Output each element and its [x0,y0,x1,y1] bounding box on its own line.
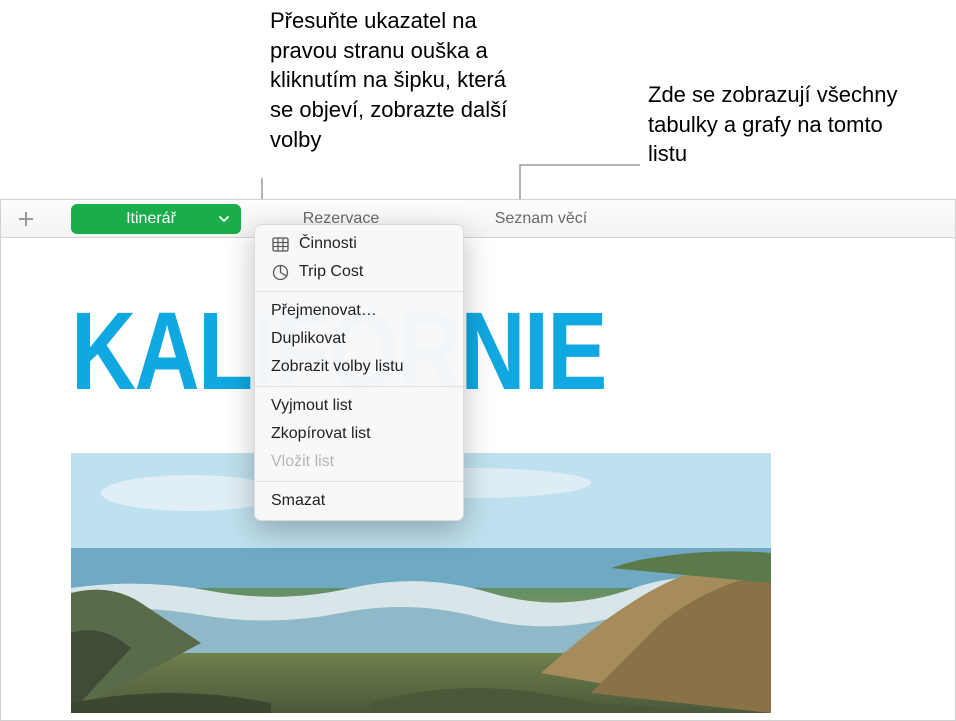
callout-right: Zde se zobrazují všechny tabulky a grafy… [648,80,918,169]
menu-item-label: Smazat [271,492,325,510]
tab-label: Itinerář [126,210,176,228]
menu-item-showoptions[interactable]: Zobrazit volby listu [255,353,463,381]
menu-item-label: Zobrazit volby listu [271,358,404,376]
menu-separator [255,291,463,292]
menu-item-cut[interactable]: Vyjmout list [255,392,463,420]
menu-item-paste: Vložit list [255,448,463,476]
menu-item-label: Vyjmout list [271,397,352,415]
tab-bar: Itinerář Rezervace Seznam věcí [1,200,955,238]
callout-left: Přesuňte ukazatel na pravou stranu ouška… [270,6,530,154]
chart-icon [271,263,289,281]
menu-item-activities[interactable]: Činnosti [255,230,463,258]
tab-itinerary[interactable]: Itinerář [71,204,241,234]
menu-item-label: Zkopírovat list [271,425,371,443]
menu-item-label: Duplikovat [271,330,346,348]
chevron-down-icon[interactable] [217,212,231,226]
table-icon [271,235,289,253]
tab-packing[interactable]: Seznam věcí [441,204,641,234]
menu-item-copy[interactable]: Zkopírovat list [255,420,463,448]
menu-item-duplicate[interactable]: Duplikovat [255,325,463,353]
menu-item-delete[interactable]: Smazat [255,487,463,515]
menu-item-tripcost[interactable]: Trip Cost [255,258,463,286]
menu-separator [255,386,463,387]
add-sheet-button[interactable] [11,204,41,234]
app-window: Itinerář Rezervace Seznam věcí KALIFORNI… [0,199,956,721]
menu-separator [255,481,463,482]
menu-item-label: Vložit list [271,453,334,471]
menu-item-label: Činnosti [299,235,357,253]
menu-item-label: Trip Cost [299,263,363,281]
plus-icon [17,210,35,228]
tab-label: Seznam věcí [495,210,587,228]
sheet-canvas: KALIFORNIE [1,238,955,720]
tab-context-menu: Činnosti Trip Cost Přejmenovat… Duplikov… [254,224,464,521]
menu-item-rename[interactable]: Přejmenovat… [255,297,463,325]
menu-item-label: Přejmenovat… [271,302,377,320]
